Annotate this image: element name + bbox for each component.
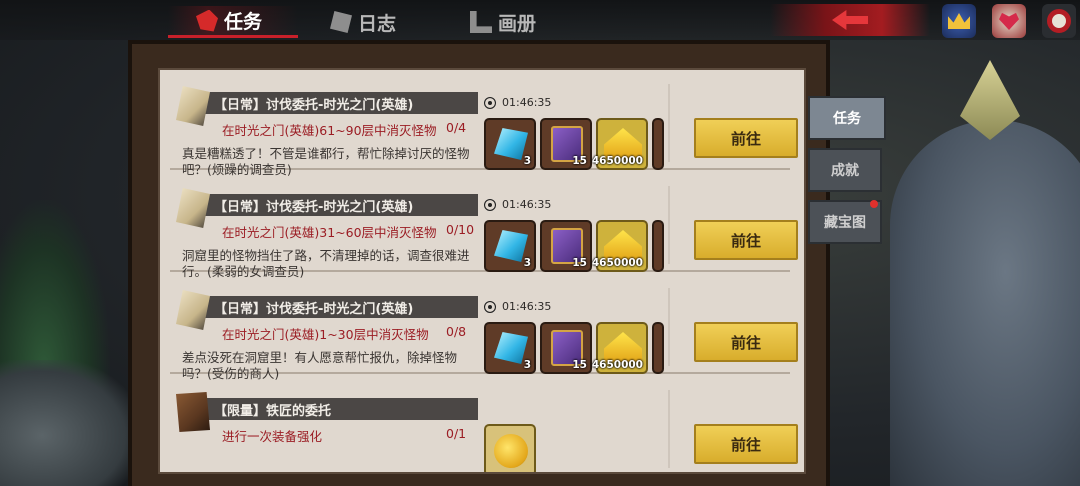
reward-qty: 3 <box>523 257 531 269</box>
ring-icon <box>1047 9 1071 33</box>
gold-pile-icon <box>604 230 642 260</box>
tab-album[interactable]: 画册 <box>470 6 536 38</box>
tent-decoration <box>890 120 1080 486</box>
reward-item[interactable]: 4650000 <box>592 220 648 272</box>
book-icon <box>176 392 210 432</box>
quest-icon <box>196 9 218 32</box>
divider <box>668 390 670 468</box>
album-icon <box>470 11 492 33</box>
tab-quest-label: 任务 <box>224 11 263 33</box>
reward-qty: 4650000 <box>591 155 643 167</box>
quest-timer: 01:46:35 <box>484 96 551 109</box>
reward-item[interactable]: 15 <box>540 220 592 272</box>
reward-qty: 4650000 <box>591 257 643 269</box>
gold-pile-icon <box>604 128 642 158</box>
reward-qty: 15 <box>572 359 587 371</box>
clock-icon <box>484 300 496 313</box>
reward-item[interactable]: 4650000 <box>592 118 648 170</box>
heart-icon <box>999 12 1019 30</box>
clock-icon <box>484 96 496 109</box>
reward-item[interactable]: 4650000 <box>592 322 648 374</box>
quest-row: 【日常】讨伐委托-时光之门(英雄) 在时光之门(英雄)1~30层中消灭怪物 0/… <box>170 274 798 381</box>
quest-progress: 0/10 <box>446 222 475 237</box>
divider <box>668 84 670 162</box>
reward-item-partial[interactable] <box>652 322 664 374</box>
quest-timer: 01:46:35 <box>484 300 551 313</box>
scroll-icon <box>176 86 210 126</box>
reward-item[interactable]: 3 <box>484 118 536 170</box>
quest-list[interactable]: 【日常】讨伐委托-时光之门(英雄) 在时光之门(英雄)61~90层中消灭怪物 0… <box>158 68 806 474</box>
quest-title: 【限量】铁匠的委托 <box>204 398 478 420</box>
tab-log[interactable]: 日志 <box>330 6 396 38</box>
timer-text: 01:46:35 <box>502 96 552 109</box>
reward-list: 3 15 4650000 <box>484 118 666 170</box>
quest-title: 【日常】讨伐委托-时光之门(英雄) <box>204 296 478 318</box>
crown-icon <box>948 13 970 29</box>
quest-title: 【日常】讨伐委托-时光之门(英雄) <box>204 194 478 216</box>
gold-coin-icon <box>494 434 528 468</box>
settings-button[interactable] <box>1042 4 1076 38</box>
gold-pile-icon <box>604 332 642 362</box>
reward-item-partial[interactable] <box>652 220 664 272</box>
reward-qty: 3 <box>523 359 531 371</box>
go-button[interactable]: 前往 <box>694 322 798 362</box>
timer-text: 01:46:35 <box>502 300 552 313</box>
scroll-icon <box>176 290 210 330</box>
quest-target: 在时光之门(英雄)31~60层中消灭怪物 <box>222 225 437 240</box>
reward-qty: 15 <box>572 257 587 269</box>
divider <box>668 186 670 264</box>
crown-button[interactable] <box>942 4 976 38</box>
quest-row: 【限量】铁匠的委托 进行一次装备强化 0/1 前往 <box>170 376 798 472</box>
reward-item[interactable]: 15 <box>540 118 592 170</box>
reward-list <box>484 424 666 472</box>
reward-qty: 3 <box>523 155 531 167</box>
reward-item-partial[interactable] <box>652 118 664 170</box>
back-arrow-icon <box>832 10 868 30</box>
rock-decoration <box>0 360 140 486</box>
tab-log-label: 日志 <box>358 12 397 35</box>
side-tab-achievement[interactable]: 成就 <box>808 148 882 192</box>
tab-album-label: 画册 <box>498 12 537 35</box>
quest-target: 在时光之门(英雄)1~30层中消灭怪物 <box>222 327 429 342</box>
back-button[interactable] <box>770 4 930 36</box>
quest-progress: 0/8 <box>446 324 467 339</box>
quest-timer: 01:46:35 <box>484 198 551 211</box>
tab-quest[interactable]: 任务 <box>168 6 298 38</box>
quest-title: 【日常】讨伐委托-时光之门(英雄) <box>204 92 478 114</box>
reward-qty: 4650000 <box>591 359 643 371</box>
go-button[interactable]: 前往 <box>694 118 798 158</box>
reward-list: 3 15 4650000 <box>484 220 666 272</box>
side-tab-quest[interactable]: 任务 <box>808 96 886 140</box>
quest-row: 【日常】讨伐委托-时光之门(英雄) 在时光之门(英雄)61~90层中消灭怪物 0… <box>170 70 798 177</box>
quest-row: 【日常】讨伐委托-时光之门(英雄) 在时光之门(英雄)31~60层中消灭怪物 0… <box>170 172 798 279</box>
reward-item[interactable]: 3 <box>484 322 536 374</box>
quest-progress: 0/1 <box>446 426 467 441</box>
reward-item[interactable]: 3 <box>484 220 536 272</box>
quest-target: 进行一次装备强化 <box>222 429 323 444</box>
reward-list: 3 15 4650000 <box>484 322 666 374</box>
scroll-icon <box>176 188 210 228</box>
quest-target: 在时光之门(英雄)61~90层中消灭怪物 <box>222 123 437 138</box>
clock-icon <box>484 198 496 211</box>
quest-progress: 0/4 <box>446 120 467 135</box>
notification-dot <box>870 200 878 208</box>
timer-text: 01:46:35 <box>502 198 552 211</box>
reward-qty: 15 <box>572 155 587 167</box>
divider <box>668 288 670 366</box>
reward-item[interactable] <box>484 424 536 472</box>
go-button[interactable]: 前往 <box>694 220 798 260</box>
reward-item[interactable]: 15 <box>540 322 592 374</box>
go-button[interactable]: 前往 <box>694 424 798 464</box>
log-icon <box>330 11 352 33</box>
heart-button[interactable] <box>992 4 1026 38</box>
